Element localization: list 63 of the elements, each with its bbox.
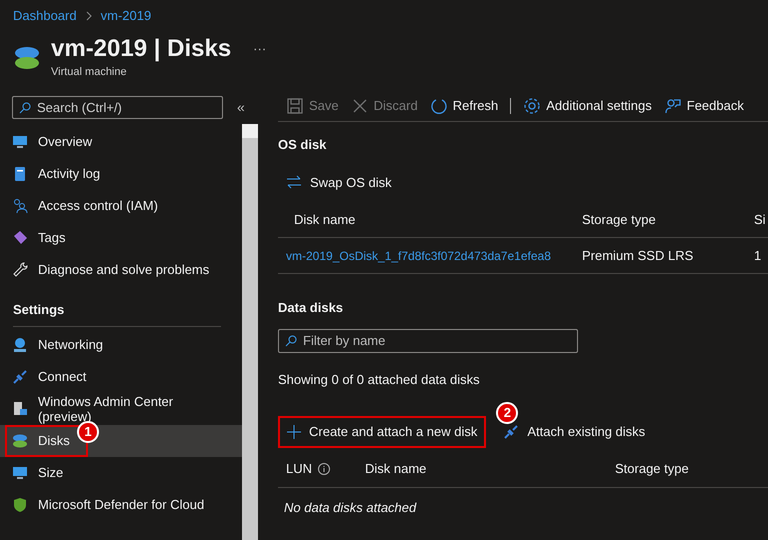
sidebar-item[interactable]: Size (0, 456, 242, 488)
table-cell: 1 (752, 238, 768, 274)
plus-icon (287, 425, 301, 439)
monitor-icon (12, 464, 28, 480)
plug-icon (12, 368, 28, 384)
close-icon (350, 96, 369, 114)
search-icon (19, 102, 31, 114)
callout-badge: 2 (496, 402, 518, 424)
wrench-icon (12, 262, 28, 278)
log-icon (12, 166, 28, 182)
toolbar-button[interactable]: Feedback (664, 96, 744, 116)
column-header: Storage type (575, 202, 752, 238)
tag-icon (12, 230, 28, 246)
section-heading: Data disks (278, 299, 344, 317)
chevron-icon (84, 11, 93, 21)
sidebar-item[interactable]: Microsoft Defender for Cloud (0, 488, 242, 520)
sidebar-item[interactable]: Networking (0, 328, 242, 360)
filter-field[interactable]: Filter by name (278, 328, 578, 352)
column-header: Disk name (278, 202, 575, 238)
empty-message: No data disks attached (283, 499, 418, 517)
toolbar-button[interactable]: Refresh (430, 96, 498, 116)
swap-icon (286, 175, 302, 190)
refresh-icon (430, 96, 448, 114)
summary-text: Showing 0 of 0 attached data disks (278, 370, 481, 389)
info-icon (318, 462, 330, 474)
column-header: Si (752, 202, 768, 238)
page-title: vm-2019 | Disks (51, 34, 232, 64)
disk-icon (13, 44, 41, 72)
search-field[interactable]: Search (Ctrl+/) (12, 96, 223, 118)
settings-icon (523, 96, 542, 114)
column-header: LUN (286, 460, 312, 478)
swap-button[interactable]: Swap OS disk (286, 172, 392, 192)
disk-icon (12, 432, 28, 448)
breadcrumb-link[interactable]: Dashboard (13, 6, 77, 26)
network-icon (12, 336, 28, 352)
breadcrumb-link[interactable]: vm-2019 (100, 6, 152, 26)
sidebar-item[interactable]: Access control (IAM) (0, 190, 242, 222)
page-subtitle: Virtual machine (51, 65, 128, 80)
sidebar-item[interactable]: Connect (0, 360, 242, 392)
feedback-icon (664, 96, 682, 114)
toolbar-button[interactable]: Additional settings (523, 96, 652, 116)
sidebar-item[interactable]: Diagnose and solve problems (0, 254, 242, 286)
sidebar-item[interactable]: Activity log (0, 158, 242, 190)
callout-badge: 1 (77, 420, 99, 442)
column-header: Storage type (615, 460, 689, 478)
section-heading: Settings (13, 301, 66, 319)
shield-icon (12, 496, 28, 512)
disk-link[interactable]: vm-2019_OsDisk_1_f7d8fc3f072d473da7e1efea8 (278, 238, 575, 274)
search-icon (285, 334, 297, 346)
action-button[interactable]: Create and attach a new disk (278, 416, 486, 448)
sidebar-item[interactable]: Overview (0, 126, 242, 158)
server-icon (12, 400, 28, 416)
section-heading: OS disk (278, 136, 328, 154)
collapse-button[interactable]: « (237, 96, 245, 118)
people-icon (12, 198, 28, 214)
monitor-icon (12, 134, 28, 150)
column-header: Disk name (365, 460, 426, 478)
table-cell: Premium SSD LRS (575, 238, 752, 274)
more-button[interactable]: ··· (253, 39, 266, 59)
scrollbar[interactable] (242, 124, 258, 540)
sidebar-item[interactable]: Tags (0, 222, 242, 254)
save-icon (286, 96, 304, 114)
plug-icon (503, 424, 520, 440)
